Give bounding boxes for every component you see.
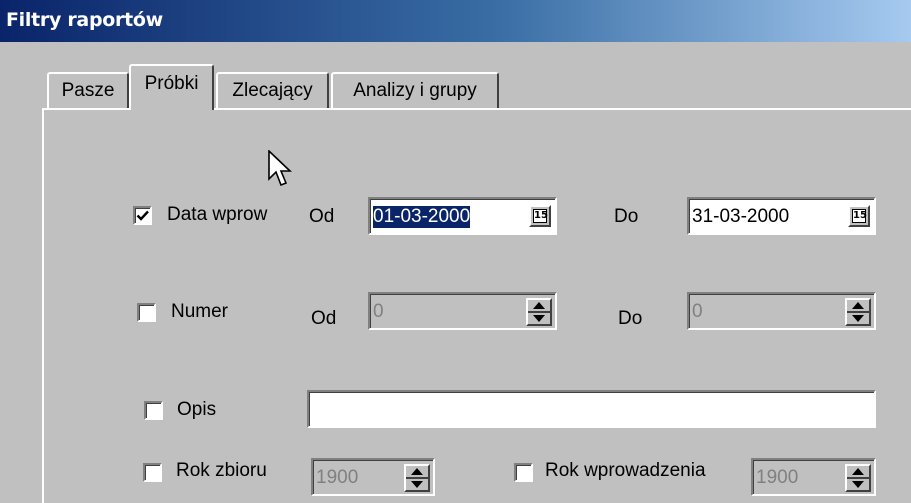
rok-wprowadzenia-checkbox[interactable] (514, 463, 533, 482)
rok-zbioru-label: Rok zbioru (176, 460, 267, 481)
rok-zbioru-checkbox[interactable] (143, 463, 162, 482)
numer-od-value: 0 (373, 301, 384, 322)
rok-zbioru-field[interactable]: 1900 (311, 458, 435, 496)
spin-up-icon (533, 302, 545, 309)
tab-probki[interactable]: Próbki (129, 64, 214, 110)
tab-pasze[interactable]: Pasze (47, 72, 129, 110)
data-wprow-od-date-field[interactable]: 01-03-2000 15 (368, 197, 557, 235)
data-wprow-checkbox[interactable] (133, 206, 152, 225)
title-bar: Filtry raportów (0, 0, 911, 42)
opis-label: Opis (177, 399, 217, 420)
checkmark-icon (136, 210, 149, 221)
numer-od-field[interactable]: 0 (368, 292, 557, 330)
data-wprow-od-label: Od (309, 206, 335, 227)
rok-wprowadzenia-label: Rok wprowadzenia (545, 460, 706, 481)
calendar-do-button[interactable]: 15 (848, 205, 870, 227)
numer-label: Numer (171, 301, 229, 322)
numer-checkbox[interactable] (137, 303, 156, 322)
rok-zbioru-spinner[interactable] (404, 464, 430, 492)
numer-od-label: Od (311, 308, 337, 329)
numer-do-spinner[interactable] (845, 298, 871, 326)
rok-wprowadzenia-spinner[interactable] (845, 464, 871, 492)
rok-zbioru-value: 1900 (316, 467, 359, 488)
spin-up-icon (411, 468, 423, 475)
numer-do-value: 0 (692, 301, 703, 322)
data-wprow-do-date-field[interactable]: 31-03-2000 15 (687, 197, 876, 235)
numer-do-label: Do (618, 308, 643, 329)
mouse-cursor-icon (268, 150, 292, 187)
spin-up-icon (852, 302, 864, 309)
tab-zlecajacy[interactable]: Zlecający (216, 72, 329, 110)
data-wprow-od-value: 01-03-2000 (373, 206, 471, 228)
numer-od-spinner[interactable] (526, 298, 552, 326)
window-title: Filtry raportów (6, 9, 163, 31)
calendar-icon: 15 (533, 209, 548, 223)
numer-do-field[interactable]: 0 (687, 292, 876, 330)
spin-down-icon (852, 481, 864, 488)
spin-down-icon (533, 315, 545, 322)
spin-up-icon (852, 468, 864, 475)
data-wprow-do-label: Do (614, 206, 639, 227)
spin-down-icon (852, 315, 864, 322)
opis-input[interactable] (307, 390, 876, 428)
spin-down-icon (411, 481, 423, 488)
calendar-icon: 15 (852, 209, 867, 223)
data-wprow-label: Data wprow (167, 204, 268, 225)
calendar-od-button[interactable]: 15 (529, 205, 551, 227)
tab-analizy-i-grupy[interactable]: Analizy i grupy (331, 72, 499, 110)
rok-wprowadzenia-value: 1900 (756, 467, 799, 488)
opis-checkbox[interactable] (144, 401, 163, 420)
data-wprow-do-value: 31-03-2000 (692, 206, 790, 227)
rok-wprowadzenia-field[interactable]: 1900 (751, 458, 876, 496)
